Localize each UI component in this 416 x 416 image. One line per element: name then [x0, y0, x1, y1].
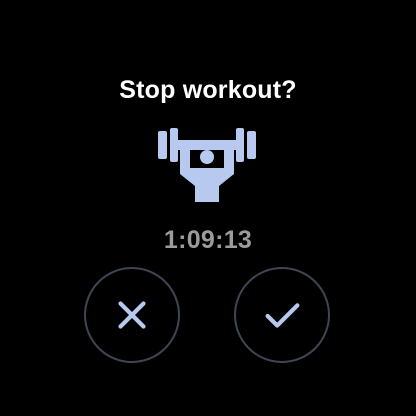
weightlifting-icon [158, 128, 256, 202]
check-icon [265, 303, 300, 328]
close-icon [118, 301, 146, 329]
elapsed-time: 1:09:13 [163, 226, 253, 254]
confirm-button[interactable] [234, 267, 330, 363]
stop-workout-screen: Stop workout? 1:09:13 [0, 0, 416, 416]
dialog-title: Stop workout? [119, 76, 297, 104]
cancel-button[interactable] [84, 267, 180, 363]
